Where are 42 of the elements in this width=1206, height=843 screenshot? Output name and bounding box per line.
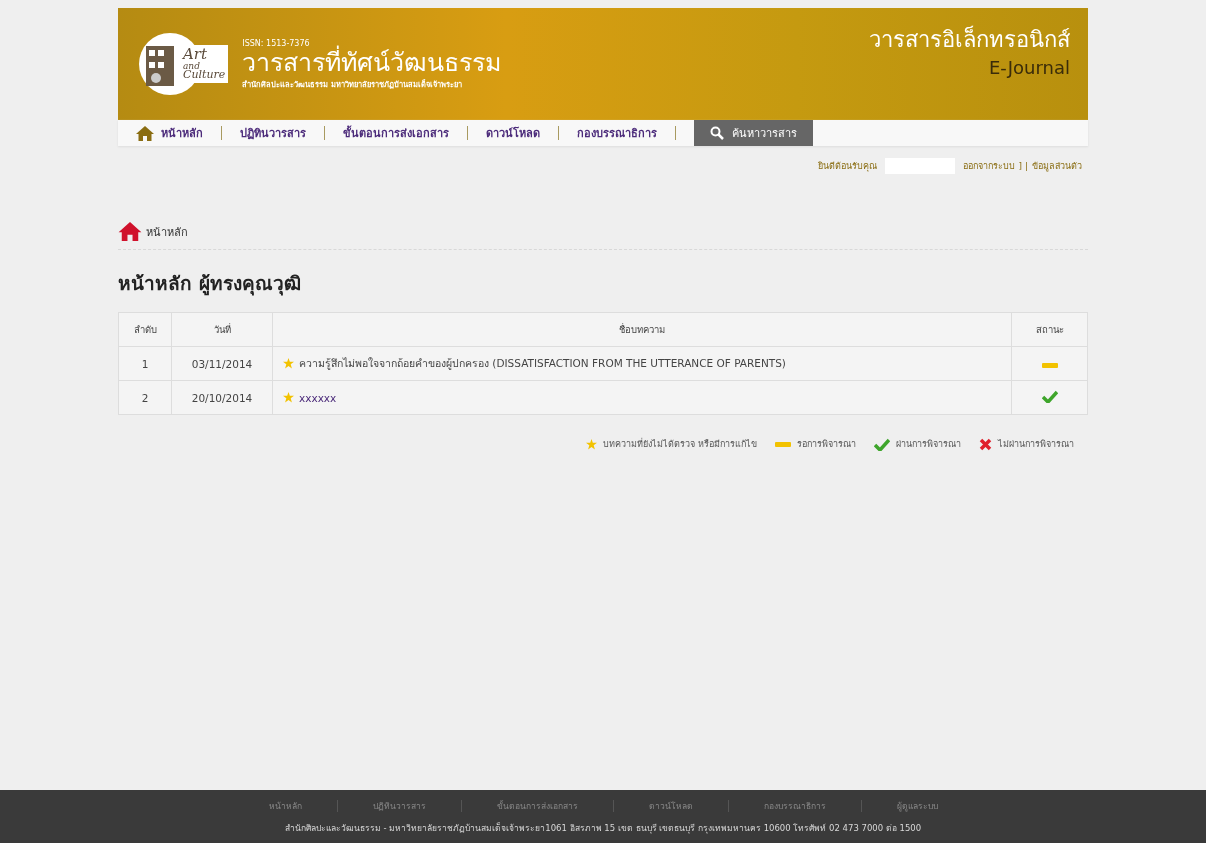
home-icon (118, 222, 142, 241)
profile-link[interactable]: ข้อมูลส่วนตัว (1032, 159, 1082, 173)
table-cell: 20/10/2014 (171, 380, 273, 415)
nav-link[interactable]: กองบรรณาธิการ (559, 120, 675, 146)
footer-link[interactable]: หน้าหลัก (233, 798, 337, 813)
footer-link[interactable]: ปฏิทินวารสาร (337, 798, 461, 813)
nav-link[interactable]: หน้าหลัก (136, 120, 221, 146)
footer-link[interactable]: ขั้นตอนการส่งเอกสาร (461, 798, 613, 813)
table-cell: 1 (118, 346, 172, 381)
legend-label: ไม่ผ่านการพิจารณา (998, 438, 1074, 451)
footer-address: สำนักศิลปะและวัฒนธรรม - มหาวิทยาลัยราชภัฏบ้านสมเด็จเจ้าพระยา1061 อิสรภาพ 15 เขต ธนบุรี เขตธนบุรี กรุงเทพมหานคร 10600 โทรศัพท์ 02 473 7000 ต่อ 1500 (284, 821, 922, 835)
footer-link[interactable]: ดาวน์โหลด (613, 798, 728, 813)
logout-link[interactable]: ออกจากระบบ (962, 159, 1015, 173)
footer-link[interactable]: ผู้ดูแลระบบ (861, 798, 973, 813)
star-icon (283, 358, 294, 369)
column-header: ลำดับ (118, 312, 172, 347)
issn-text: ISSN: 1513-7376 (242, 38, 310, 48)
table-cell: 03/11/2014 (171, 346, 273, 381)
column-header: สถานะ (1011, 312, 1088, 347)
star-icon (283, 392, 294, 403)
legend-label: รอการพิจารณา (797, 438, 856, 451)
column-header: วันที่ (171, 312, 273, 347)
search-button[interactable]: ค้นหาวารสาร (694, 120, 813, 146)
separator-text: ] | (1018, 161, 1028, 171)
breadcrumb-link[interactable]: หน้าหลัก (146, 222, 188, 241)
nav-link[interactable]: ปฏิทินวารสาร (222, 120, 324, 146)
nav-link[interactable]: ขั้นตอนการส่งเอกสาร (325, 120, 467, 146)
table-cell: 2 (118, 380, 172, 415)
home-icon (136, 125, 154, 141)
welcome-text: ยินดีต้อนรับคุณ (817, 160, 877, 173)
journal-title: วารสารที่ทัศน์วัฒนธรรม (242, 47, 502, 78)
column-header: ชื่อบทความ (272, 312, 1012, 347)
ejournal-title: E-Journal (988, 57, 1070, 78)
legend-label: บทความที่ยังไม่ได้ตรวจ หรือมีการแก้ไข (603, 437, 757, 451)
nav-link[interactable]: ดาวน์โหลด (468, 120, 558, 146)
legend-label: ผ่านการพิจารณา (896, 438, 961, 451)
page-heading: หน้าหลัก ผู้ทรงคุณวุฒิ (118, 271, 302, 298)
search-icon (710, 126, 724, 140)
footer-link[interactable]: กองบรรณาธิการ (728, 798, 861, 813)
ejournal-thai-title: วารสารอิเล็กทรอนิกส์ (869, 24, 1070, 54)
article-link[interactable]: xxxxxx (299, 391, 337, 404)
logo-text: Art and Culture (180, 45, 229, 83)
